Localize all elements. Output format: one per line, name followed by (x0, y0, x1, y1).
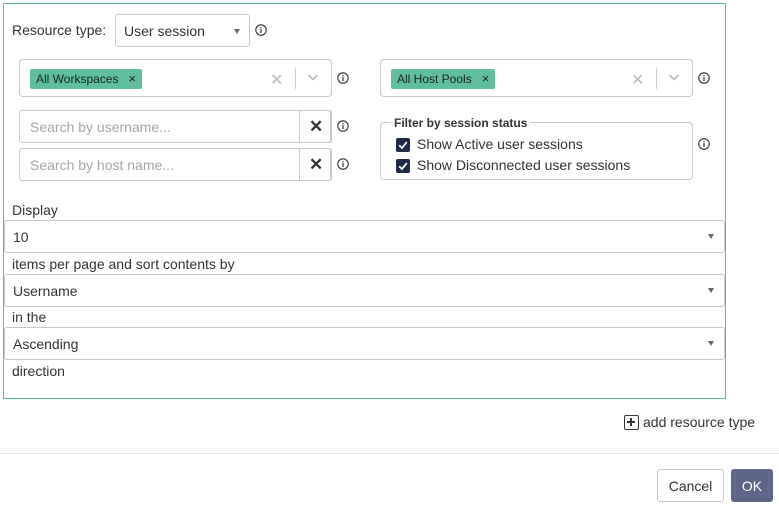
resource-type-select[interactable]: User session (115, 14, 250, 47)
chevron-down-icon[interactable] (668, 71, 680, 83)
disconnected-sessions-label: Show Disconnected user sessions (417, 157, 631, 173)
hostname-search[interactable]: Search by host name... ✕ (19, 148, 332, 181)
divider (656, 68, 657, 89)
items-per-page-select[interactable]: 10 (4, 220, 725, 253)
hostname-search-placeholder: Search by host name... (30, 157, 174, 173)
info-icon[interactable] (337, 158, 349, 170)
info-icon[interactable] (698, 72, 710, 84)
display-label: Display (12, 202, 58, 218)
resource-type-value: User session (124, 23, 205, 39)
direction-value: Ascending (13, 336, 79, 352)
active-sessions-label: Show Active user sessions (417, 136, 583, 152)
sort-by-value: Username (13, 283, 78, 299)
info-icon[interactable] (337, 72, 349, 84)
divider (295, 68, 296, 89)
caret-down-icon (234, 29, 240, 34)
checkmark-icon (398, 162, 408, 171)
items-per-page-value: 10 (13, 229, 29, 245)
username-search[interactable]: Search by username... ✕ (19, 110, 332, 143)
sort-label: items per page and sort contents by (12, 256, 235, 272)
direction-label: direction (12, 363, 65, 379)
disconnected-sessions-checkbox[interactable] (396, 159, 410, 173)
clear-icon[interactable]: ✕ (631, 70, 644, 90)
clear-icon[interactable]: ✕ (270, 70, 283, 90)
info-icon[interactable] (255, 24, 267, 36)
host-pool-tag: All Host Pools × (391, 69, 496, 89)
resource-type-label: Resource type: (12, 22, 107, 38)
plus-square-icon (624, 415, 639, 430)
username-search-placeholder: Search by username... (30, 119, 171, 135)
in-the-label: in the (12, 309, 47, 325)
info-icon[interactable] (698, 138, 710, 150)
direction-select[interactable]: Ascending (4, 327, 725, 360)
remove-tag-icon[interactable]: × (482, 72, 490, 85)
caret-down-icon (708, 341, 714, 346)
clear-hostname-button[interactable]: ✕ (299, 148, 331, 181)
footer-divider (0, 453, 779, 454)
caret-down-icon (708, 234, 714, 239)
sort-by-select[interactable]: Username (4, 274, 725, 307)
close-icon: ✕ (309, 117, 324, 136)
add-resource-type-label: add resource type (643, 414, 756, 430)
clear-username-button[interactable]: ✕ (299, 110, 331, 143)
chevron-down-icon[interactable] (307, 71, 319, 83)
remove-tag-icon[interactable]: × (128, 72, 136, 85)
workspace-tag-label: All Workspaces (36, 72, 119, 86)
workspace-tag: All Workspaces × (30, 69, 143, 89)
ok-button[interactable]: OK (731, 469, 773, 502)
checkmark-icon (398, 141, 408, 150)
host-pools-select[interactable]: All Host Pools × ✕ (380, 59, 693, 97)
host-pool-tag-label: All Host Pools (397, 72, 472, 86)
session-status-legend: Filter by session status (391, 116, 531, 130)
cancel-button[interactable]: Cancel (657, 469, 724, 502)
session-status-filter: Filter by session status Show Active use… (380, 116, 693, 180)
active-sessions-checkbox[interactable] (396, 138, 410, 152)
workspaces-select[interactable]: All Workspaces × ✕ (19, 59, 332, 97)
info-icon[interactable] (337, 120, 349, 132)
close-icon: ✕ (309, 155, 324, 174)
caret-down-icon (708, 288, 714, 293)
